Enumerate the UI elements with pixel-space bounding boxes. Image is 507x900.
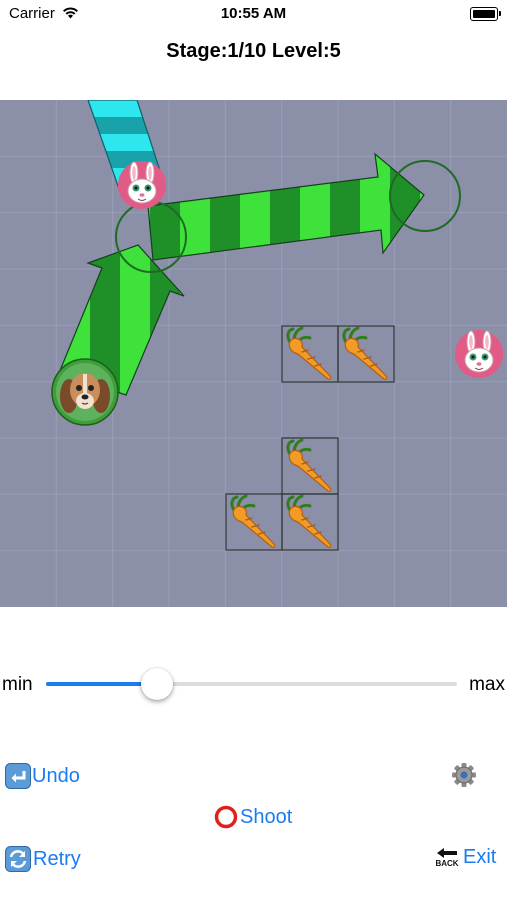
slider-track[interactable] xyxy=(46,668,457,700)
battery-icon xyxy=(470,7,501,21)
undo-label: Undo xyxy=(32,764,80,787)
back-arrow-icon: BACK xyxy=(434,847,460,868)
slider-min-label: min xyxy=(2,674,33,695)
carrot-cell[interactable] xyxy=(281,493,339,551)
carrot-cell[interactable] xyxy=(337,325,395,383)
game-board[interactable] xyxy=(0,100,507,607)
undo-icon xyxy=(5,763,31,789)
carrot-cell[interactable] xyxy=(281,325,339,383)
retry-label: Retry xyxy=(33,847,81,870)
board-canvas[interactable] xyxy=(0,100,507,607)
retry-button[interactable]: Retry xyxy=(5,846,81,872)
retry-icon xyxy=(5,846,31,872)
green-arrow-right xyxy=(147,152,425,261)
carrot-cell[interactable] xyxy=(225,493,283,551)
settings-button[interactable] xyxy=(451,762,477,788)
gear-icon xyxy=(452,763,476,787)
exit-label: Exit xyxy=(463,846,497,868)
undo-button[interactable]: Undo xyxy=(5,763,80,789)
red-circle-icon xyxy=(214,805,238,829)
exit-button[interactable]: BACK Exit xyxy=(434,846,496,869)
dog-piece[interactable] xyxy=(51,358,119,426)
shoot-button[interactable]: Shoot xyxy=(214,805,292,829)
power-slider[interactable]: min max xyxy=(0,664,507,704)
shoot-label: Shoot xyxy=(240,805,293,828)
bunny-piece[interactable] xyxy=(454,329,504,379)
clock: 10:55 AM xyxy=(220,5,287,22)
slider-max-label: max xyxy=(469,674,505,695)
stage-level-title: Stage:1/10 Level:5 xyxy=(166,40,341,62)
status-bar: Carrier 10:55 AM xyxy=(0,0,507,30)
carrot-cell[interactable] xyxy=(281,437,339,495)
slider-thumb[interactable] xyxy=(140,668,173,700)
bunny-piece[interactable] xyxy=(117,160,167,210)
